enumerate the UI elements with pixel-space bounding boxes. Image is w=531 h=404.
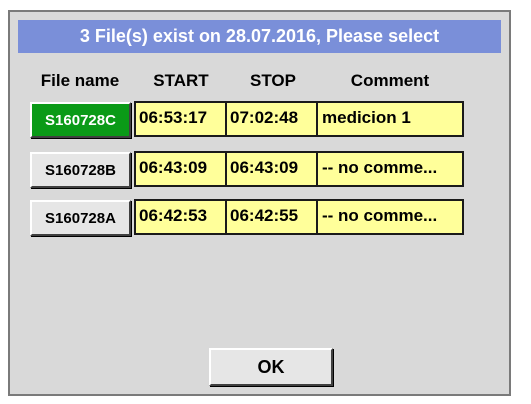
start-time-cell: 06:42:53 [134, 199, 227, 235]
column-header-start: START [153, 71, 209, 90]
column-header-file-name: File name [40, 71, 120, 90]
comment-cell: -- no comme... [316, 151, 464, 187]
start-time-cell: 06:53:17 [134, 101, 227, 137]
comment-cell: -- no comme... [316, 199, 464, 235]
file-button-s160728b[interactable]: S160728B [30, 152, 131, 188]
stop-time-cell: 06:43:09 [225, 151, 318, 187]
ok-button[interactable]: OK [209, 348, 333, 386]
file-button-s160728c[interactable]: S160728C [30, 102, 131, 138]
file-select-dialog: 3 File(s) exist on 28.07.2016, Please se… [8, 10, 511, 396]
dialog-title: 3 File(s) exist on 28.07.2016, Please se… [18, 20, 501, 53]
stop-time-cell: 07:02:48 [225, 101, 318, 137]
column-header-comment: Comment [350, 71, 430, 90]
file-button-s160728a[interactable]: S160728A [30, 200, 131, 236]
stop-time-cell: 06:42:55 [225, 199, 318, 235]
column-header-stop: STOP [250, 71, 296, 90]
start-time-cell: 06:43:09 [134, 151, 227, 187]
comment-cell: medicion 1 [316, 101, 464, 137]
